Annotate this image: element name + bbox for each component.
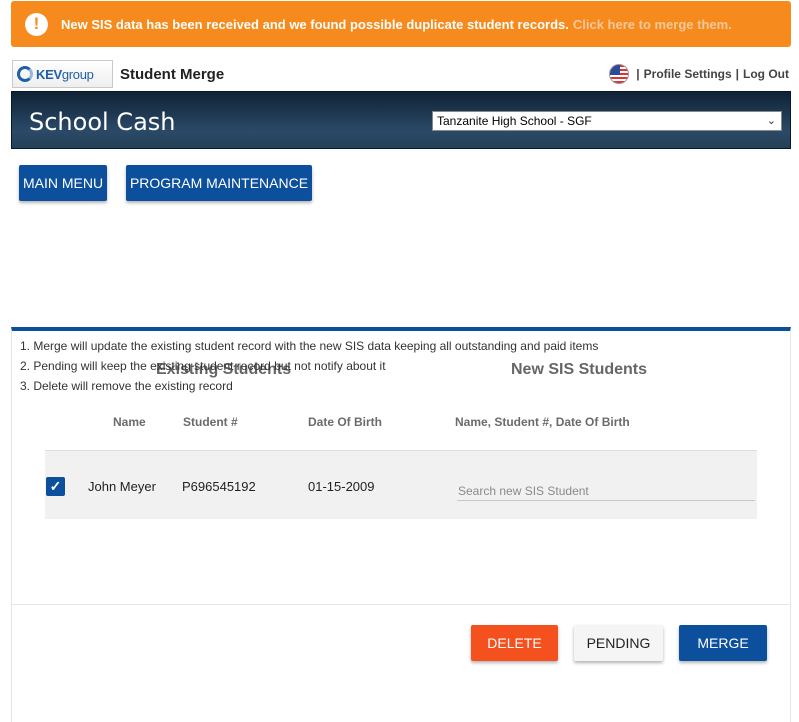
kevgroup-logo: KEVgroup [12, 60, 113, 88]
new-sis-column-header: Name, Student #, Date Of Birth [455, 415, 630, 429]
table-row: ✓ John Meyer P696545192 01-15-2009 [45, 450, 757, 519]
school-select-value: Tanzanite High School - SGF [437, 114, 592, 128]
exclamation-icon: ! [25, 12, 48, 36]
student-number-column-header: Student # [183, 415, 238, 429]
app-title: School Cash [29, 108, 176, 136]
name-column-header: Name [113, 415, 146, 429]
merge-instructions: 1. Merge will update the existing studen… [20, 336, 598, 396]
page-title: Student Merge [120, 66, 225, 83]
checkmark-icon: ✓ [49, 478, 62, 494]
link-separator: | [735, 67, 740, 81]
student-number: P696545192 [182, 479, 256, 494]
instruction-merge: 1. Merge will update the existing studen… [20, 339, 599, 353]
pending-button[interactable]: PENDING [574, 625, 663, 661]
user-links: | Profile Settings | Log Out [609, 64, 789, 84]
app-header-bar: School Cash Tanzanite High School - SGF … [11, 91, 791, 149]
link-separator: | [636, 67, 640, 81]
program-maintenance-button[interactable]: PROGRAM MAINTENANCE [126, 165, 312, 201]
kevgroup-swirl-icon [17, 66, 33, 82]
student-dob: 01-15-2009 [308, 479, 375, 494]
chevron-down-icon: ⌄ [766, 115, 776, 127]
instruction-pending: 2. Pending will keep the existing studen… [20, 359, 386, 373]
student-name: John Meyer [88, 479, 156, 494]
panel-divider [12, 604, 790, 605]
school-select[interactable]: Tanzanite High School - SGF ⌄ [432, 111, 782, 131]
logo-text: KEVgroup [36, 66, 94, 82]
instruction-delete: 3. Delete will remove the existing recor… [20, 379, 233, 393]
main-menu-button[interactable]: MAIN MENU [19, 165, 107, 201]
profile-settings-link[interactable]: Profile Settings [644, 67, 732, 81]
alert-message: New SIS data has been received and we fo… [61, 16, 569, 32]
delete-button[interactable]: DELETE [471, 625, 558, 661]
row-select-checkbox[interactable]: ✓ [46, 477, 65, 496]
date-of-birth-column-header: Date Of Birth [308, 415, 383, 429]
duplicate-records-alert: ! New SIS data has been received and we … [11, 1, 791, 47]
merge-button[interactable]: MERGE [679, 625, 767, 661]
merge-records-link[interactable]: Click here to merge them. [573, 17, 732, 32]
search-sis-student-input[interactable] [457, 481, 755, 501]
log-out-link[interactable]: Log Out [743, 67, 789, 81]
us-flag-language-icon[interactable] [609, 64, 630, 84]
